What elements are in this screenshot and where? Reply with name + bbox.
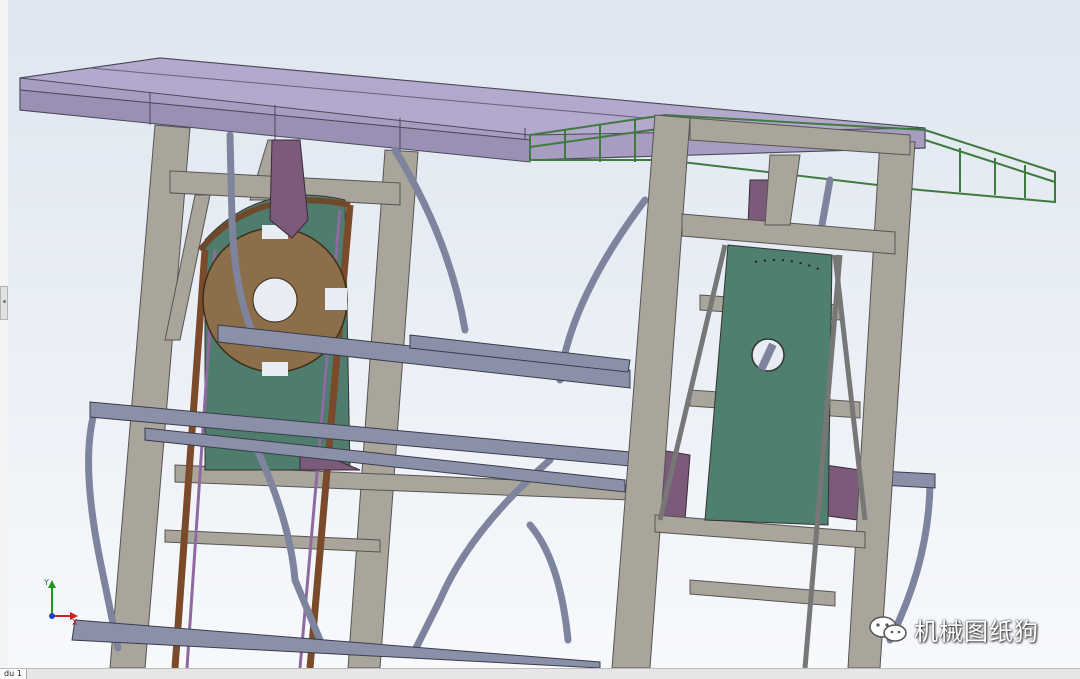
- triad-y-label: Y: [43, 578, 49, 587]
- graphics-viewport[interactable]: Y X 机械图纸狗: [8, 0, 1080, 668]
- triad-x-label: X: [72, 618, 78, 626]
- wechat-icon: [869, 616, 907, 642]
- cad-assembly-model[interactable]: [8, 0, 1080, 668]
- panel-collapse-handle[interactable]: [0, 286, 8, 320]
- watermark-text: 机械图纸狗: [914, 617, 1039, 646]
- left-tower-frame[interactable]: [109, 124, 631, 668]
- status-bar: du 1: [0, 668, 1080, 679]
- watermark: 机械图纸狗: [868, 612, 1039, 646]
- right-tower-panel[interactable]: [704, 244, 833, 526]
- axis-triad: Y X: [43, 578, 78, 626]
